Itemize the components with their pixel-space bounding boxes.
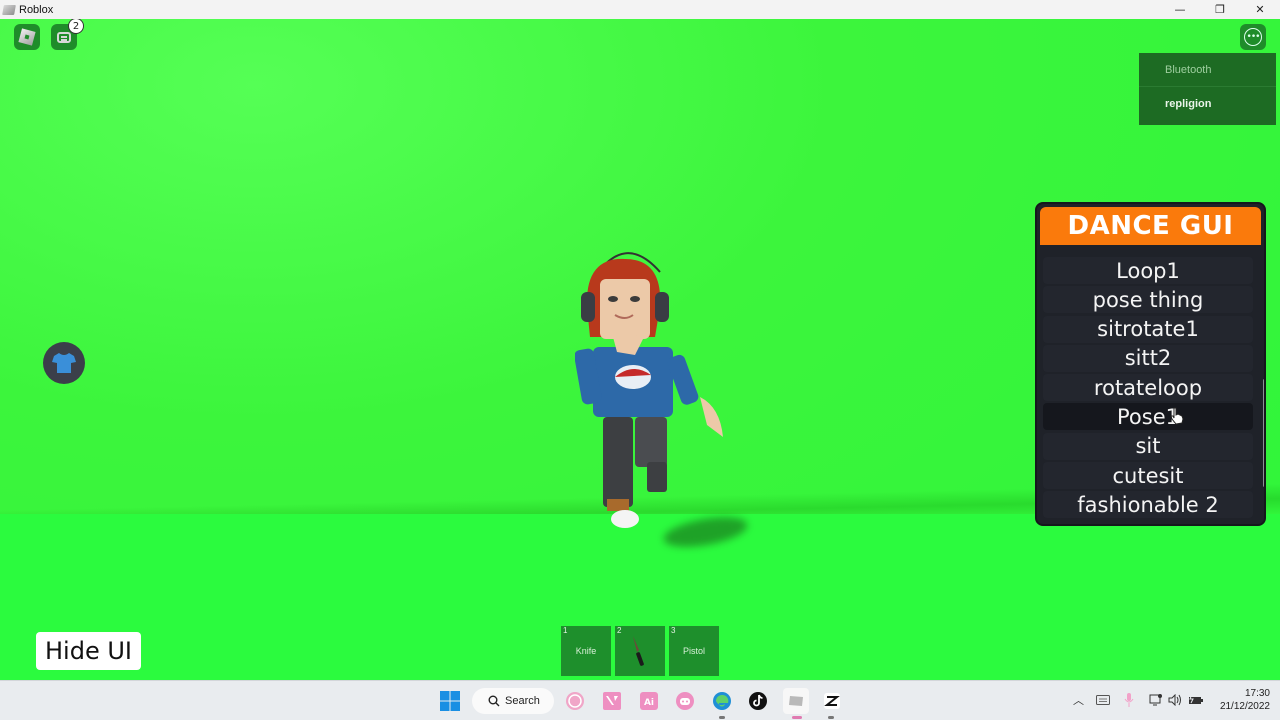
microphone-icon[interactable] [1124, 692, 1134, 708]
illustrator-icon: Ai [640, 692, 658, 710]
volume-icon[interactable] [1168, 694, 1184, 706]
hotbar-slot-knife[interactable]: 1 Knife [561, 626, 611, 676]
dance-list-scrollbar[interactable] [1263, 379, 1264, 487]
dance-item-cutesit[interactable]: cutesit [1043, 462, 1253, 490]
taskbar-clock[interactable]: 17:30 21/12/2022 [1210, 687, 1270, 713]
valorant-icon [603, 692, 621, 710]
clock-time: 17:30 [1244, 688, 1270, 699]
dropdown-option-bluetooth[interactable]: Bluetooth [1139, 53, 1276, 87]
network-icon[interactable] [1149, 693, 1163, 707]
running-indicator [828, 716, 834, 719]
windows-logo-icon [440, 691, 460, 711]
running-indicator [719, 716, 725, 719]
dance-gui-panel: DANCE GUI Loop1 pose thing sitrotate1 si… [1035, 202, 1266, 526]
player-character[interactable] [575, 237, 735, 557]
dance-item-sit[interactable]: sit [1043, 432, 1253, 460]
dance-item-fashionable-2[interactable]: fashionable 2 [1043, 491, 1253, 519]
dance-item-pose1[interactable]: Pose1 [1043, 403, 1253, 431]
taskbar-app-capcut[interactable] [821, 690, 843, 712]
taskbar: Search Ai ︿ 17:30 21/12/2022 [0, 680, 1280, 720]
restore-button[interactable]: ❐ [1200, 0, 1240, 19]
obs-icon [566, 692, 584, 710]
roblox-icon [789, 696, 803, 706]
search-label: Search [505, 695, 540, 707]
slot-label: Pistol [682, 646, 705, 656]
discord-icon [676, 692, 694, 710]
taskbar-app-obs[interactable] [564, 690, 586, 712]
hotbar-slot-pistol[interactable]: 3 Pistol [669, 626, 719, 676]
slot-number: 3 [671, 626, 676, 635]
chat-button[interactable]: 2 [51, 19, 84, 50]
shirt-icon [52, 353, 76, 373]
svg-text:Ai: Ai [644, 698, 654, 708]
battery-charging-icon[interactable] [1188, 694, 1204, 706]
taskbar-app-roblox[interactable] [783, 688, 809, 714]
taskbar-search[interactable]: Search [472, 688, 554, 714]
roblox-menu-button[interactable] [14, 24, 40, 50]
close-button[interactable]: ✕ [1240, 0, 1280, 19]
keyboard-icon[interactable] [1096, 695, 1110, 705]
tray-overflow-chevron-icon[interactable]: ︿ [1073, 692, 1084, 708]
dance-item-loop1[interactable]: Loop1 [1043, 257, 1253, 284]
taskbar-app-discord[interactable] [674, 690, 696, 712]
capcut-icon [824, 693, 840, 709]
dance-item-sitrotate1[interactable]: sitrotate1 [1043, 315, 1253, 343]
tiktok-icon [749, 692, 767, 710]
taskbar-app-illustrator[interactable]: Ai [638, 690, 660, 712]
clock-date: 21/12/2022 [1219, 701, 1270, 712]
more-icon: ••• [1244, 28, 1262, 46]
dance-item-pose-thing[interactable]: pose thing [1043, 286, 1253, 314]
chat-badge: 2 [68, 19, 84, 34]
avatar-shirt-button[interactable] [43, 342, 85, 384]
dance-gui-title: DANCE GUI [1040, 207, 1261, 245]
taskbar-app-edge[interactable] [711, 690, 733, 712]
window-title: Roblox [19, 3, 54, 16]
taskbar-app-valorant[interactable] [601, 690, 623, 712]
dance-item-sitt2[interactable]: sitt2 [1043, 344, 1253, 372]
slot-label: Knife [575, 646, 597, 656]
window-titlebar: Roblox — ❐ ✕ [0, 0, 1280, 19]
start-button[interactable] [439, 690, 461, 712]
search-icon [488, 695, 500, 707]
options-dropdown: Bluetooth repligion [1139, 53, 1276, 125]
hotbar: 1 Knife 2 3 Pistol [561, 626, 719, 676]
slot-number: 1 [563, 626, 568, 635]
chat-icon [57, 31, 71, 43]
window-controls: — ❐ ✕ [1160, 0, 1280, 19]
roblox-logo-icon [18, 28, 36, 46]
dropdown-option-repligion[interactable]: repligion [1139, 87, 1276, 121]
slot-number: 2 [617, 626, 622, 635]
hotbar-slot-2[interactable]: 2 [615, 626, 665, 676]
roblox-app-icon [2, 4, 16, 15]
dance-item-rotateloop[interactable]: rotateloop [1043, 374, 1253, 402]
minimize-button[interactable]: — [1160, 0, 1200, 19]
dance-list[interactable]: Loop1 pose thing sitrotate1 sitt2 rotate… [1043, 257, 1253, 521]
knife-icon [633, 636, 644, 666]
taskbar-app-tiktok[interactable] [747, 690, 769, 712]
hide-ui-button[interactable]: Hide UI [36, 632, 141, 670]
active-indicator [792, 716, 802, 719]
hand-cursor-icon [1170, 407, 1184, 425]
game-viewport[interactable]: 2 ••• Bluetooth repligion DANCE GUI Loop… [0, 19, 1280, 680]
more-menu-button[interactable]: ••• [1240, 24, 1266, 50]
edge-icon [713, 692, 731, 710]
